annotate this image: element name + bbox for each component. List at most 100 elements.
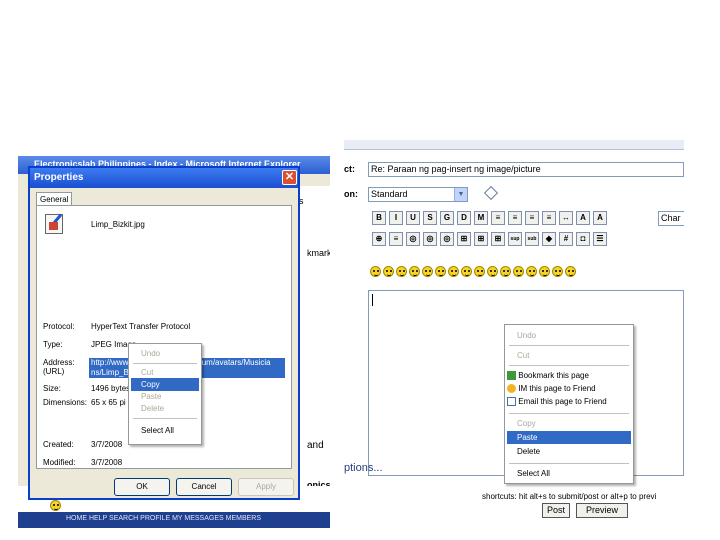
toolbar-button[interactable]: ≡ xyxy=(491,211,505,225)
apply-button[interactable]: Apply xyxy=(238,478,294,496)
jpeg-file-icon xyxy=(45,213,63,234)
smiley-icon[interactable] xyxy=(552,266,563,277)
smiley-icon[interactable] xyxy=(370,266,381,277)
menu-separator xyxy=(133,418,197,419)
toolbar-button[interactable]: ⊞ xyxy=(474,232,488,246)
close-icon[interactable]: ✕ xyxy=(282,170,297,185)
toolbar-button[interactable]: A xyxy=(576,211,590,225)
text-caret xyxy=(372,294,373,306)
post-editor-screenshot: ct: Re: Paraan ng pag-insert ng image/pi… xyxy=(344,140,684,528)
menu-separator xyxy=(133,363,197,364)
toolbar-button[interactable]: ≡ xyxy=(542,211,556,225)
menu-item-undo[interactable]: Undo xyxy=(507,329,631,342)
forum-nav-links[interactable]: HOME HELP SEARCH PROFILE MY MESSAGES MEM… xyxy=(66,515,261,522)
toolbar-button[interactable]: ☰ xyxy=(593,232,607,246)
divider xyxy=(43,282,287,283)
created-label: Created: xyxy=(43,440,74,449)
ok-button[interactable]: OK xyxy=(114,478,170,496)
menu-item-bookmark[interactable]: Bookmark this page xyxy=(507,369,631,382)
smiley-icon[interactable] xyxy=(487,266,498,277)
toolbar-button[interactable]: ⊕ xyxy=(372,232,386,246)
toolbar-button[interactable]: ⊞ xyxy=(457,232,471,246)
menu-separator xyxy=(509,365,629,366)
toolbar-button[interactable]: B xyxy=(372,211,386,225)
toolbar-button[interactable]: ↔ xyxy=(559,211,573,225)
menu-item-select-all[interactable]: Select All xyxy=(507,467,631,480)
menu-item-copy[interactable]: Copy xyxy=(507,417,631,430)
menu-item-email-friend[interactable]: Email this page to Friend xyxy=(507,395,631,408)
tab-general[interactable]: General xyxy=(36,192,72,206)
toolbar-button[interactable]: ◎ xyxy=(406,232,420,246)
protocol-label: Protocol: xyxy=(43,322,75,331)
toolbar-button[interactable]: ⊞ xyxy=(491,232,505,246)
options-link[interactable]: ptions... xyxy=(344,462,383,474)
toolbar-button[interactable]: ◎ xyxy=(440,232,454,246)
size-label: Size: xyxy=(43,384,61,393)
menu-item-delete[interactable]: Delete xyxy=(131,402,199,415)
page-fragment: s xyxy=(299,196,304,206)
menu-item-select-all[interactable]: Select All xyxy=(131,424,199,437)
page-fragment: and xyxy=(307,440,324,451)
page-fragment: kmark xyxy=(307,248,330,258)
smiley-icon[interactable] xyxy=(461,266,472,277)
properties-screenshot: Electronicslab Philippines - Index - Mic… xyxy=(18,156,330,528)
toolbar-button[interactable]: U xyxy=(406,211,420,225)
subject-input[interactable]: Re: Paraan ng pag-insert ng image/pictur… xyxy=(368,162,684,177)
message-icon-select[interactable]: Standard ▼ xyxy=(368,187,468,202)
toolbar-button[interactable]: ◎ xyxy=(423,232,437,246)
smiley-icon[interactable] xyxy=(513,266,524,277)
char-select[interactable]: Char xyxy=(658,211,684,226)
menu-item-im-friend[interactable]: IM this page to Friend xyxy=(507,382,631,395)
protocol-value: HyperText Transfer Protocol xyxy=(91,322,191,331)
toolbar-button[interactable]: D xyxy=(457,211,471,225)
toolbar-button[interactable]: ≡ xyxy=(525,211,539,225)
context-menu: Undo Cut Bookmark this page IM this page… xyxy=(504,324,634,484)
toolbar-button[interactable]: ≡ xyxy=(389,232,403,246)
toolbar-button[interactable]: sup xyxy=(508,232,522,246)
menu-separator xyxy=(509,345,629,346)
envelope-icon xyxy=(507,397,516,407)
smiley-icon[interactable] xyxy=(565,266,576,277)
toolbar-button[interactable]: ◘ xyxy=(576,232,590,246)
toolbar-button[interactable]: M xyxy=(474,211,488,225)
menu-item-paste[interactable]: Paste xyxy=(507,431,631,444)
message-icon-label: on: xyxy=(344,189,358,199)
preview-button[interactable]: Preview xyxy=(576,503,628,518)
modified-label: Modified: xyxy=(43,458,76,467)
smiley-icon[interactable] xyxy=(448,266,459,277)
menu-item-undo[interactable]: Undo xyxy=(131,347,199,360)
smiley-icon[interactable] xyxy=(474,266,485,277)
address-label-url: (URL) xyxy=(43,367,65,376)
smiley-icon[interactable] xyxy=(409,266,420,277)
created-value: 3/7/2008 xyxy=(91,440,123,449)
toolbar-button[interactable]: sub xyxy=(525,232,539,246)
toolbar-button[interactable]: # xyxy=(559,232,573,246)
smiley-icon[interactable] xyxy=(435,266,446,277)
smiley-icon xyxy=(50,500,61,511)
properties-dialog: Properties ✕ General Limp_Bizkit.jpg Pro… xyxy=(28,166,300,500)
cancel-button[interactable]: Cancel xyxy=(176,478,232,496)
toolbar-button[interactable]: G xyxy=(440,211,454,225)
dimensions-value: 65 x 65 pi xyxy=(91,398,126,407)
icon-preview xyxy=(483,185,499,201)
size-value: 1496 bytes xyxy=(91,384,131,393)
modified-value: 3/7/2008 xyxy=(91,458,123,467)
smiley-icon[interactable] xyxy=(396,266,407,277)
menu-separator xyxy=(509,413,629,414)
toolbar-button[interactable]: ≡ xyxy=(508,211,522,225)
smiley-icon[interactable] xyxy=(383,266,394,277)
menu-item-delete[interactable]: Delete xyxy=(507,445,631,458)
bookmark-icon xyxy=(507,371,516,381)
shortcuts-hint: shortcuts: hit alt+s to submit/post or a… xyxy=(482,492,657,501)
menu-item-cut[interactable]: Cut xyxy=(507,349,631,362)
smiley-icon[interactable] xyxy=(422,266,433,277)
dialog-title: Properties xyxy=(30,168,298,188)
toolbar-button[interactable]: A xyxy=(593,211,607,225)
smiley-icon[interactable] xyxy=(500,266,511,277)
smiley-icon[interactable] xyxy=(539,266,550,277)
smiley-icon[interactable] xyxy=(526,266,537,277)
toolbar-button[interactable]: I xyxy=(389,211,403,225)
post-button[interactable]: Post xyxy=(542,503,570,518)
toolbar-button[interactable]: ◆ xyxy=(542,232,556,246)
toolbar-button[interactable]: S xyxy=(423,211,437,225)
